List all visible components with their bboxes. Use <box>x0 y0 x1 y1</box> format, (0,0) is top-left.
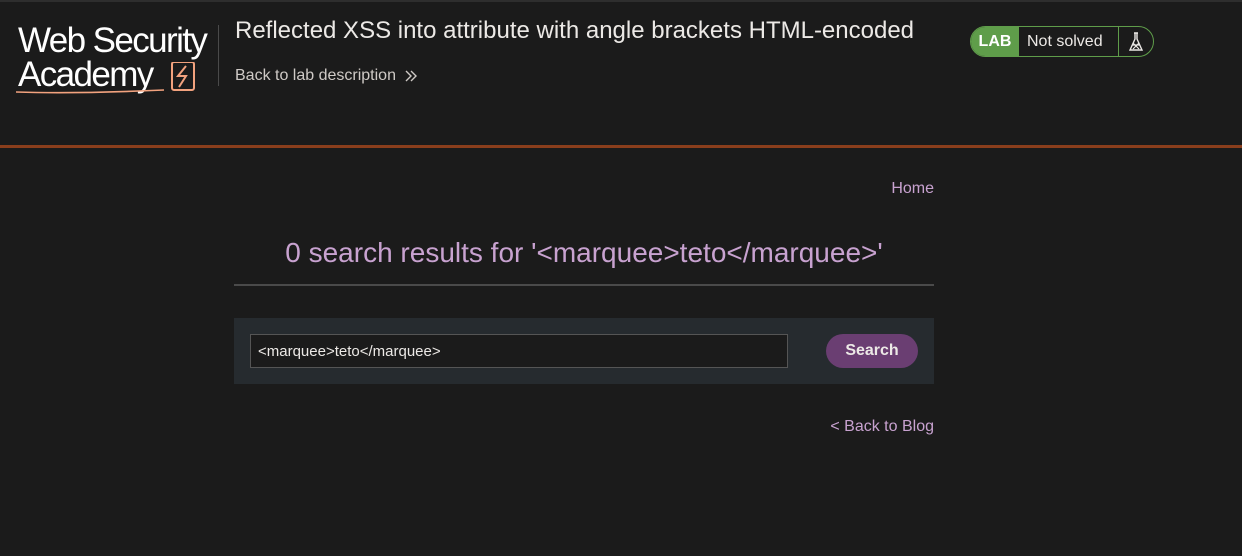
heading-divider <box>234 284 934 286</box>
lab-status-text: Not solved <box>1019 27 1119 56</box>
top-border <box>0 0 1242 2</box>
lab-header: Web Security Academy Reflected XSS into … <box>0 0 1242 145</box>
back-to-lab-label: Back to lab description <box>235 67 396 84</box>
search-button[interactable]: Search <box>826 334 918 368</box>
logo-underline-mark <box>15 62 195 94</box>
header-accent-rule <box>0 145 1242 148</box>
back-to-lab-description-link[interactable]: Back to lab description <box>235 67 418 85</box>
web-security-academy-logo[interactable]: Web Security Academy <box>14 22 218 96</box>
search-results-heading: 0 search results for '<marquee>teto</mar… <box>285 237 883 268</box>
home-link[interactable]: Home <box>891 180 934 198</box>
search-form: Search <box>234 318 934 384</box>
lab-status-widget: LAB Not solved <box>970 26 1154 57</box>
lab-title: Reflected XSS into attribute with angle … <box>235 17 915 44</box>
header-divider <box>218 25 219 86</box>
double-chevron-right-icon <box>405 70 417 82</box>
back-to-blog-link[interactable]: < Back to Blog <box>830 418 934 436</box>
lab-badge: LAB <box>971 27 1019 56</box>
flask-icon <box>1119 27 1153 56</box>
search-input[interactable] <box>250 334 788 368</box>
